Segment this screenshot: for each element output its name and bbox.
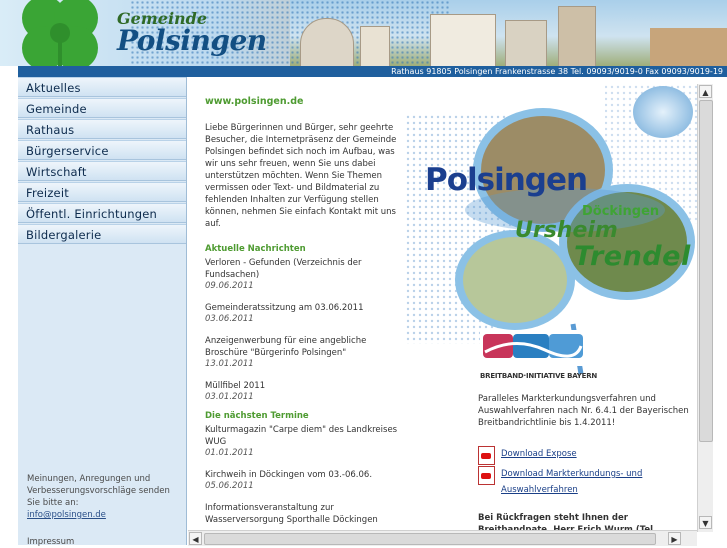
scroll-down-icon[interactable]: ▼ [699,516,712,529]
impressum-link[interactable]: Impressum [27,537,74,547]
scroll-right-icon[interactable]: ▶ [668,532,681,545]
event-item-title[interactable]: Kirchweih in Döckingen vom 03.-06.06. [205,469,400,481]
news-item-title[interactable]: Anzeigenwerbung für eine angebliche Bros… [205,335,400,359]
feedback-note: Meinungen, Anregungen und Verbesserungsv… [27,473,182,521]
news-heading: Aktuelle Nachrichten [205,244,306,254]
feedback-text: Meinungen, Anregungen und Verbesserungsv… [27,474,170,508]
email-link[interactable]: info@polsingen.de [27,510,106,520]
stone-wall [650,28,727,66]
left-gutter [0,66,18,545]
tower-building [360,26,390,66]
download-expose-link[interactable]: Download Expose [501,446,577,462]
nav-item-bildergalerie[interactable]: Bildergalerie [18,224,186,244]
news-column: www.polsingen.de Liebe Bürgerinnen und B… [205,96,400,526]
news-item-title[interactable]: Gemeinderatssitzung am 03.06.2011 [205,302,400,314]
promo-ursheim: Ursheim [515,218,618,243]
farm-building [505,20,547,66]
promo-dockingen: Döckingen [582,204,660,219]
breitband-logo-text: BREITBAND·INITIATIVE BAYERN [480,372,598,380]
event-item-title[interactable]: Kulturmagazin "Carpe diem" des Landkreis… [205,424,400,448]
news-item-date: 03.06.2011 [205,314,254,324]
nav-item-rathaus[interactable]: Rathaus [18,119,186,139]
house-building [430,14,496,66]
nav-item-gemeinde[interactable]: Gemeinde [18,98,186,118]
nav-item-aktuelles[interactable]: Aktuelles [18,77,186,97]
horizontal-scroll-thumb[interactable] [204,533,656,545]
scroll-up-icon[interactable]: ▲ [699,85,712,98]
download-verfahren-link[interactable]: Download Markterkundungs- und Auswahlver… [501,466,671,498]
nav-item-buergerservice[interactable]: Bürgerservice [18,140,186,160]
news-item-date: 09.06.2011 [205,281,254,291]
news-item-title[interactable]: Verloren - Gefunden (Verzeichnis der Fun… [205,257,400,281]
download-verfahren-row: Download Markterkundungs- und Auswahlver… [478,466,671,498]
sidebar: Aktuelles Gemeinde Rathaus Bürgerservice… [18,77,187,547]
pdf-icon [478,466,495,485]
scroll-left-icon[interactable]: ◀ [189,532,202,545]
news-item-date: 13.01.2011 [205,359,254,369]
event-item-title[interactable]: Informationsveranstaltung zur Wasservers… [205,502,400,526]
address-bar: Rathaus 91805 Polsingen Frankenstrasse 3… [18,66,727,77]
news-item-date: 03.01.2011 [205,392,254,402]
clover-logo-icon [22,0,98,66]
promo-polsingen: Polsingen [425,162,588,198]
pdf-icon [478,446,495,465]
event-item-date: 05.06.2011 [205,481,254,491]
promo-trendel: Trendel [574,241,691,272]
site-url-heading: www.polsingen.de [205,96,304,107]
horizontal-scrollbar[interactable]: ◀ ▶ [188,530,697,546]
news-item-title[interactable]: Müllfibel 2011 [205,380,400,392]
nav-item-einrichtungen[interactable]: Öffentl. Einrichtungen [18,203,186,223]
header-banner: Gemeinde Polsingen [0,0,727,66]
church-building [300,18,354,66]
church-tower [558,6,596,66]
events-heading: Die nächsten Termine [205,411,309,421]
nav-item-freizeit[interactable]: Freizeit [18,182,186,202]
event-item-date: 01.01.2011 [205,448,254,458]
breitband-announcement: Paralleles Markterkundungsverfahren und … [478,394,689,428]
nav-item-wirtschaft[interactable]: Wirtschaft [18,161,186,181]
vertical-scrollbar[interactable]: ▲ ▼ [697,84,713,532]
download-expose-row: Download Expose [478,446,577,465]
vertical-scroll-thumb[interactable] [699,100,713,442]
header-polsingen-title: Polsingen [117,24,267,57]
intro-text: Liebe Bürgerinnen und Bürger, sehr geehr… [205,123,397,229]
